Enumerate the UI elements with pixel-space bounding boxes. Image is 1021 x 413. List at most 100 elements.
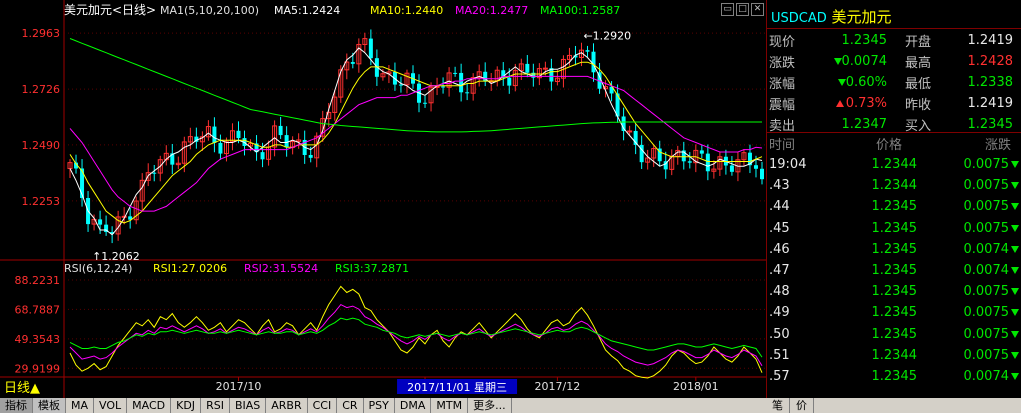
tick-row[interactable]: .49 1.2345 0.0075 — [767, 302, 1021, 323]
tick-change: 0.0075 — [917, 178, 1021, 193]
tick-time: .45 — [769, 220, 790, 236]
y-tick-label: 1.2963 — [22, 27, 61, 40]
tick-row[interactable]: .45 1.2345 0.0075 — [767, 218, 1021, 239]
down-arrow-icon — [833, 58, 842, 65]
chart-area[interactable]: 1.2963 1.2726 1.2490 1.2253 88.2231 68.7887 49… — [0, 0, 766, 398]
tick-row[interactable]: .43 1.2344 0.0075 — [767, 175, 1021, 196]
candle-body — [627, 130, 633, 133]
indicator-tab[interactable]: 模板 — [33, 398, 66, 413]
tick-row[interactable]: .50 1.2345 0.0075 — [767, 324, 1021, 345]
candle-body — [687, 161, 692, 163]
indicator-tab[interactable]: CR — [337, 398, 364, 413]
indicator-tab[interactable]: VOL — [94, 398, 128, 413]
candle-body — [260, 152, 265, 160]
tick-row[interactable]: .44 1.2345 0.0075 — [767, 196, 1021, 217]
indicator-tab[interactable]: MACD — [127, 398, 172, 413]
candle-body — [453, 72, 458, 74]
quote-row: 涨幅 0.60% 最低 1.2338 — [767, 72, 1021, 93]
candle-body — [441, 86, 446, 88]
tick-change-text: 0.0075 — [963, 284, 1010, 300]
candle-body — [760, 168, 764, 180]
kline-chart[interactable]: 1.2963 1.2726 1.2490 1.2253 88.2231 68.7887 49… — [0, 0, 766, 398]
indicator-tab[interactable]: CCI — [308, 398, 338, 413]
tick-price: 1.2345 — [871, 199, 918, 215]
tick-time: .49 — [769, 305, 790, 321]
minimize-icon[interactable]: ▭ — [721, 3, 734, 16]
quote-label: 最高 — [905, 56, 932, 71]
tick-row[interactable]: .47 1.2345 0.0074 — [767, 260, 1021, 281]
tick-change-text: 0.0075 — [963, 157, 1010, 173]
tick-price: 1.2345 — [871, 326, 918, 342]
candle-body — [729, 165, 734, 172]
down-arrow-icon — [1011, 182, 1019, 190]
tick-change-text: 0.0074 — [963, 263, 1010, 279]
down-arrow-icon — [1011, 372, 1019, 380]
indicator-tab[interactable]: PSY — [364, 398, 395, 413]
quote-label: 现价 — [769, 35, 796, 50]
quote-label: 涨幅 — [769, 77, 796, 92]
rsi-params: RSI(6,12,24) — [64, 262, 132, 275]
candle-body — [236, 130, 241, 139]
tick-change-text: 0.0075 — [963, 199, 1010, 215]
tick-list[interactable]: 19:04 1.2344 0.0075 .43 1.2344 0.0075 .44 1.234… — [767, 154, 1021, 387]
header-time: 时间 — [769, 137, 796, 153]
quote-row: 涨跌 0.0074 最高 1.2428 — [767, 51, 1021, 72]
candle-body — [507, 77, 512, 86]
indicator-tab[interactable]: RSI — [201, 398, 230, 413]
tick-time: .50 — [769, 326, 790, 342]
x-tick-label: 2017/12 — [535, 380, 581, 393]
tick-time: .46 — [769, 241, 790, 257]
indicator-tab[interactable]: ARBR — [266, 398, 308, 413]
high-annotation: ←1.2920 — [583, 29, 631, 42]
tab-trades[interactable]: 笔 — [766, 398, 790, 413]
rsi-line-rsi1 — [69, 285, 763, 379]
tick-price: 1.2345 — [871, 305, 918, 321]
header-price: 价格 — [875, 137, 902, 153]
ma-line-ma5 — [69, 47, 763, 236]
tick-time: .47 — [769, 263, 790, 279]
tick-time: .57 — [769, 368, 790, 384]
cursor-date-label: 2017/11/01 星期三 — [407, 381, 507, 394]
tick-row[interactable]: .48 1.2345 0.0075 — [767, 281, 1021, 302]
indicator-tab[interactable]: MA — [66, 398, 95, 413]
down-arrow-icon — [837, 79, 846, 86]
tick-row[interactable]: 19:04 1.2344 0.0075 — [767, 154, 1021, 175]
indicator-tab[interactable]: DMA — [395, 398, 432, 413]
y-tick-label: 1.2726 — [22, 83, 61, 96]
tick-change-text: 0.0074 — [963, 368, 1010, 384]
candle-body — [284, 135, 289, 148]
indicator-tab[interactable]: 更多... — [468, 398, 512, 413]
quote-value: 1.2345 — [811, 33, 888, 48]
tick-time: .44 — [769, 199, 790, 215]
indicator-tab[interactable]: BIAS — [230, 398, 267, 413]
quote-value: 1.2419 — [967, 33, 1014, 48]
up-arrow-icon — [835, 100, 844, 107]
tick-price: 1.2345 — [871, 220, 918, 236]
tick-change: 0.0075 — [917, 199, 1021, 214]
candle-body — [218, 142, 223, 154]
candle-body — [278, 125, 283, 136]
candle-body — [531, 72, 536, 78]
tick-row[interactable]: .57 1.2345 0.0074 — [767, 366, 1021, 387]
symbol-title: USDCAD 美元加元 — [771, 6, 892, 27]
tick-change-text: 0.0074 — [963, 241, 1010, 257]
down-arrow-icon — [1011, 267, 1019, 275]
candle-body — [525, 63, 530, 73]
indicator-tab[interactable]: 指标 — [0, 398, 33, 413]
tick-price: 1.2344 — [871, 178, 918, 194]
indicator-tab[interactable]: MTM — [431, 398, 469, 413]
quote-value: 1.2338 — [967, 75, 1014, 90]
close-icon[interactable]: ✕ — [751, 3, 764, 16]
down-arrow-icon — [1011, 203, 1019, 211]
indicator-tab[interactable]: KDJ — [171, 398, 202, 413]
tick-row[interactable]: .46 1.2345 0.0074 — [767, 239, 1021, 260]
tick-row[interactable]: .51 1.2344 0.0075 — [767, 345, 1021, 366]
tab-price[interactable]: 价 — [790, 398, 814, 413]
tick-price: 1.2345 — [871, 368, 918, 384]
indicator-tab-bar: 指标 模板 MA VOL MACD KDJ RSI BIAS ARBR CCI CR PSY DMA MT… — [0, 398, 1021, 413]
tick-time: 19:04 — [769, 157, 807, 173]
quote-value-text: 0.0074 — [841, 54, 888, 69]
tick-change: 0.0074 — [917, 242, 1021, 257]
tick-price: 1.2344 — [871, 347, 918, 363]
restore-icon[interactable]: □ — [736, 3, 749, 16]
